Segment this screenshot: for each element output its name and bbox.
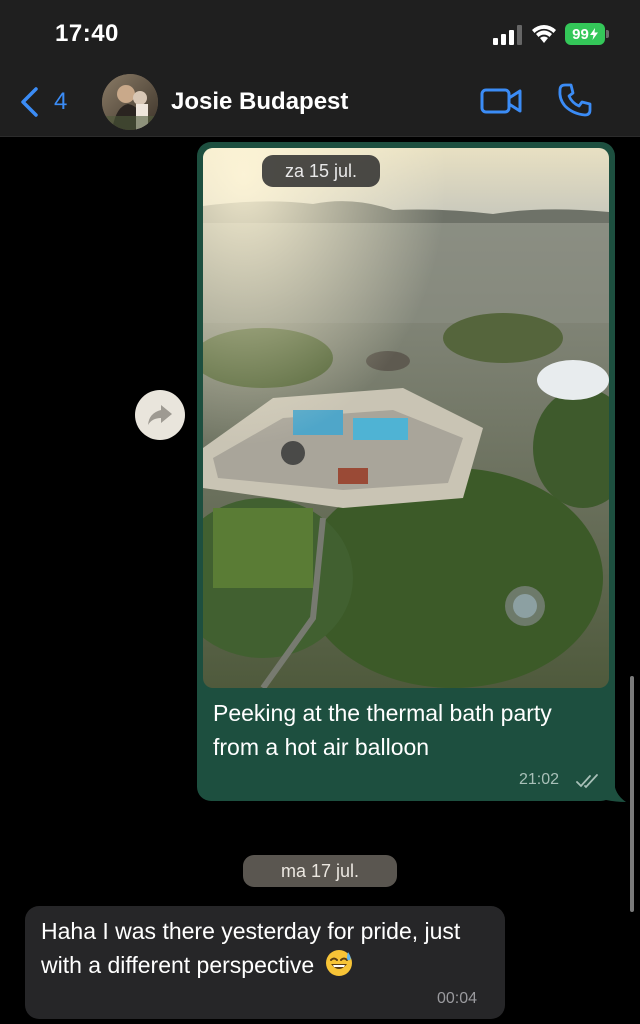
cellular-signal-icon (493, 25, 522, 45)
message-time: 00:04 (437, 990, 478, 1007)
shared-photo[interactable] (203, 148, 609, 688)
aerial-city-photo (203, 148, 609, 688)
message-time: 21:02 (519, 771, 560, 788)
message-caption: Peeking at the thermal bath party from a… (213, 700, 552, 760)
bubble-tail (606, 780, 626, 802)
date-chip: ma 17 jul. (243, 855, 397, 887)
navigation-header: 17:40 99 4 Josie Budapest (0, 0, 640, 137)
unread-count: 4 (54, 88, 68, 115)
wifi-icon (532, 25, 556, 43)
battery-indicator: 99 (565, 23, 609, 45)
avatar-photo (102, 74, 158, 130)
date-chip: za 15 jul. (262, 155, 380, 187)
scrollbar[interactable] (630, 676, 634, 912)
contact-avatar[interactable] (102, 74, 158, 130)
battery-level: 99 (572, 25, 589, 43)
video-camera-icon[interactable] (480, 86, 522, 116)
double-check-icon (576, 774, 598, 789)
back-button[interactable]: 4 (18, 84, 67, 120)
incoming-message-text: Haha I was there yesterday for pride, ju… (41, 914, 491, 982)
contact-name[interactable]: Josie Budapest (171, 88, 348, 116)
charging-bolt-icon (589, 28, 598, 40)
forward-arrow-icon (148, 405, 172, 425)
forward-button[interactable] (135, 390, 185, 440)
chevron-left-icon (21, 87, 38, 117)
message-text: Haha I was there yesterday for pride, ju… (41, 918, 461, 978)
phone-icon[interactable] (557, 82, 593, 118)
chat-screen: 17:40 99 4 Josie Budapest za 15 jul. Pee… (0, 0, 640, 1024)
status-time: 17:40 (55, 20, 119, 47)
sweat-smile-emoji (325, 950, 352, 976)
